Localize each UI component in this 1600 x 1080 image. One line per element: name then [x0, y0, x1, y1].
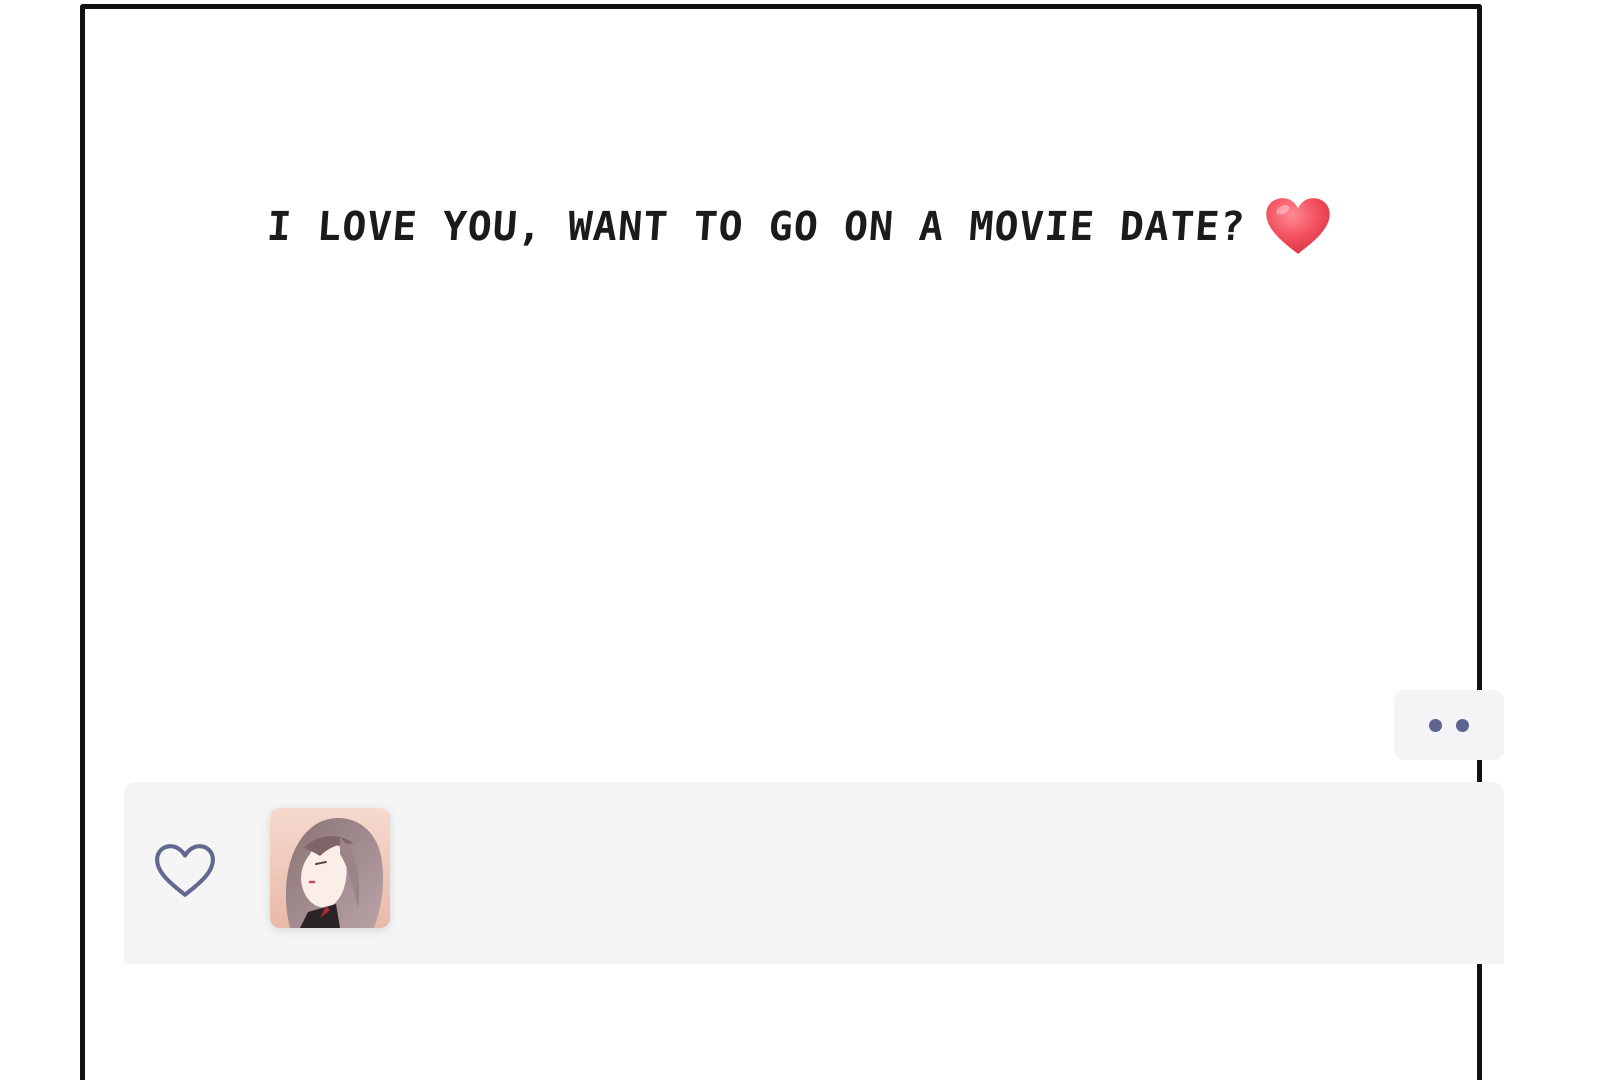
speech-text: I LOVE YOU, WANT TO GO ON A MOVIE DATE? — [265, 204, 1247, 250]
comic-page: I LOVE YOU, WANT TO GO ON A MOVIE DATE? — [0, 0, 1600, 1080]
more-dot-icon — [1456, 718, 1469, 732]
character-avatar-icon — [270, 808, 390, 928]
heart-outline-icon[interactable] — [154, 842, 216, 900]
message-row: I LOVE YOU, WANT TO GO ON A MOVIE DATE? — [0, 196, 1600, 258]
avatar[interactable] — [270, 808, 390, 928]
red-heart-icon — [1266, 198, 1330, 254]
more-options-button[interactable] — [1394, 690, 1504, 760]
bottom-action-bar — [124, 782, 1504, 964]
more-dot-icon — [1429, 718, 1442, 732]
